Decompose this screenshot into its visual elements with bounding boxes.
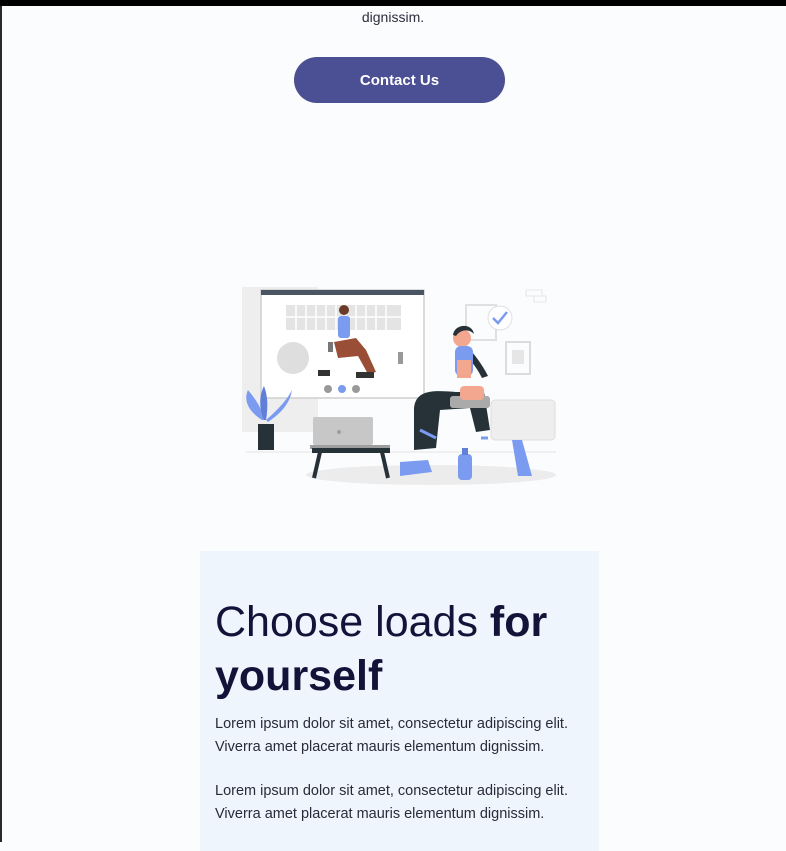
feature-paragraph: Lorem ipsum dolor sit amet, consectetur …: [215, 783, 568, 822]
contact-us-button[interactable]: Contact Us: [294, 57, 505, 103]
feature-title-bold-second: yourself: [215, 652, 383, 700]
window-left-edge: [0, 6, 2, 842]
feature-paragraph: Lorem ipsum dolor sit amet, consectetur …: [215, 716, 568, 755]
feature-title: Choose loads for yourself: [215, 595, 585, 703]
window-top-bar: [0, 0, 786, 6]
feature-title-light: Choose loads: [215, 598, 478, 646]
fitness-illustration: [242, 287, 556, 485]
intro-trailing-text: dignissim.: [361, 9, 425, 25]
feature-title-bold-first: for: [489, 598, 548, 646]
feature-card: Choose loads for yourself Lorem ipsum dol…: [200, 551, 599, 851]
